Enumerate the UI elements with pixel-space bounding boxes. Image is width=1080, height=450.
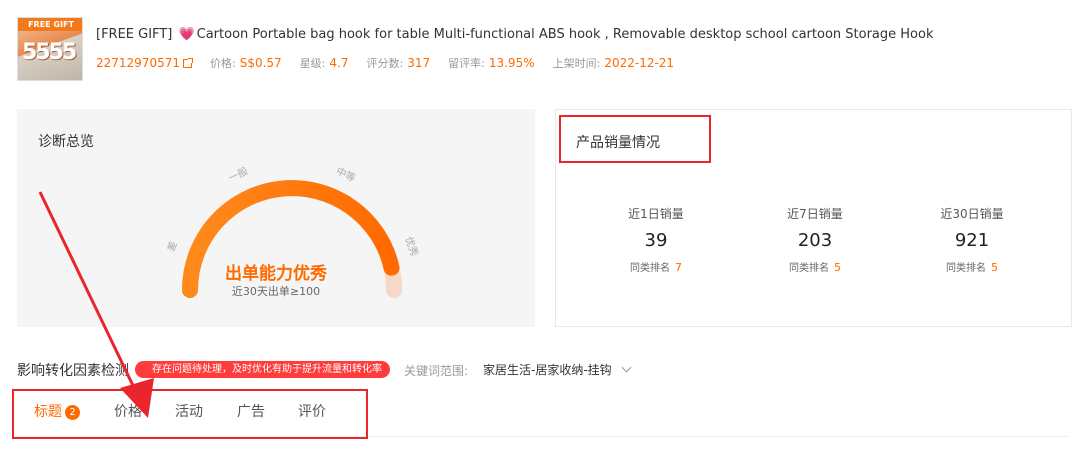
annotation-box-tabs <box>12 389 368 439</box>
retention-value: 13.95% <box>488 56 535 70</box>
product-id-link[interactable]: 22712970571 <box>96 56 180 70</box>
keyword-scope-select[interactable]: 家居生活-居家收纳-挂钩 <box>483 361 612 378</box>
stat-label: 近1日销量 <box>628 207 684 221</box>
gift-tag: [FREE GIFT] <box>96 27 173 42</box>
stat-7d: 近7日销量 203 同类排名 5 <box>745 205 885 274</box>
heart-icon: 💗 <box>178 27 195 42</box>
gauge-level-label: 优秀 <box>402 235 421 258</box>
diagnosis-card: 诊断总览 差一般 中等 优秀 出单能力优秀 近30天出单≥100 <box>17 109 535 327</box>
gauge-level-label: 差 <box>164 239 180 253</box>
stat-rank: 同类排名 7 <box>630 261 682 274</box>
price-label: 价格: <box>209 57 236 70</box>
gauge-level-label: 中等 <box>334 164 358 184</box>
listed-value: 2022-12-21 <box>604 56 675 70</box>
thumbnail-banner: FREE GIFT <box>18 18 82 31</box>
external-link-icon[interactable] <box>182 57 193 68</box>
stat-label: 近30日销量 <box>940 207 1004 221</box>
annotation-box-sales-title <box>559 115 711 163</box>
retention-label: 留评率: <box>448 57 485 70</box>
stat-label: 近7日销量 <box>787 207 843 221</box>
stat-30d: 近30日销量 921 同类排名 5 <box>902 205 1042 274</box>
warning-tip: 存在问题待处理，及时优化有助于提升流量和转化率 <box>135 361 390 378</box>
stat-rank: 同类排名 5 <box>789 261 841 274</box>
stat-value: 203 <box>797 230 833 251</box>
gauge-level-label: 一般 <box>226 164 250 184</box>
listed-label: 上架时间: <box>552 57 601 70</box>
verdict-subtext: 近30天出单≥100 <box>231 285 321 298</box>
stat-rank: 同类排名 5 <box>946 261 998 274</box>
product-name: Cartoon Portable bag hook for table Mult… <box>196 27 934 42</box>
price-value: S$0.57 <box>239 56 282 70</box>
stat-1d: 近1日销量 39 同类排名 7 <box>586 205 726 274</box>
reviews-label: 评分数: <box>366 57 404 70</box>
product-title[interactable]: [FREE GIFT] 💗 Cartoon Portable bag hook f… <box>96 27 934 42</box>
factors-title: 影响转化因素检测 <box>17 363 129 379</box>
rating-value: 4.7 <box>329 56 349 70</box>
stat-value: 39 <box>644 230 668 251</box>
product-meta: 22712970571 价格: S$0.57 星级: 4.7 评分数: 317 … <box>96 55 674 71</box>
verdict-text: 出单能力优秀 <box>225 264 327 284</box>
stat-value: 921 <box>954 230 990 251</box>
thumbnail-hooks: 5555 <box>22 40 77 65</box>
chevron-down-icon[interactable] <box>621 362 632 373</box>
rating-label: 星级: <box>299 57 326 70</box>
product-thumbnail[interactable]: FREE GIFT 5555 <box>17 17 83 81</box>
keyword-scope-label: 关键词范围: <box>404 364 469 378</box>
reviews-value: 317 <box>407 56 431 70</box>
